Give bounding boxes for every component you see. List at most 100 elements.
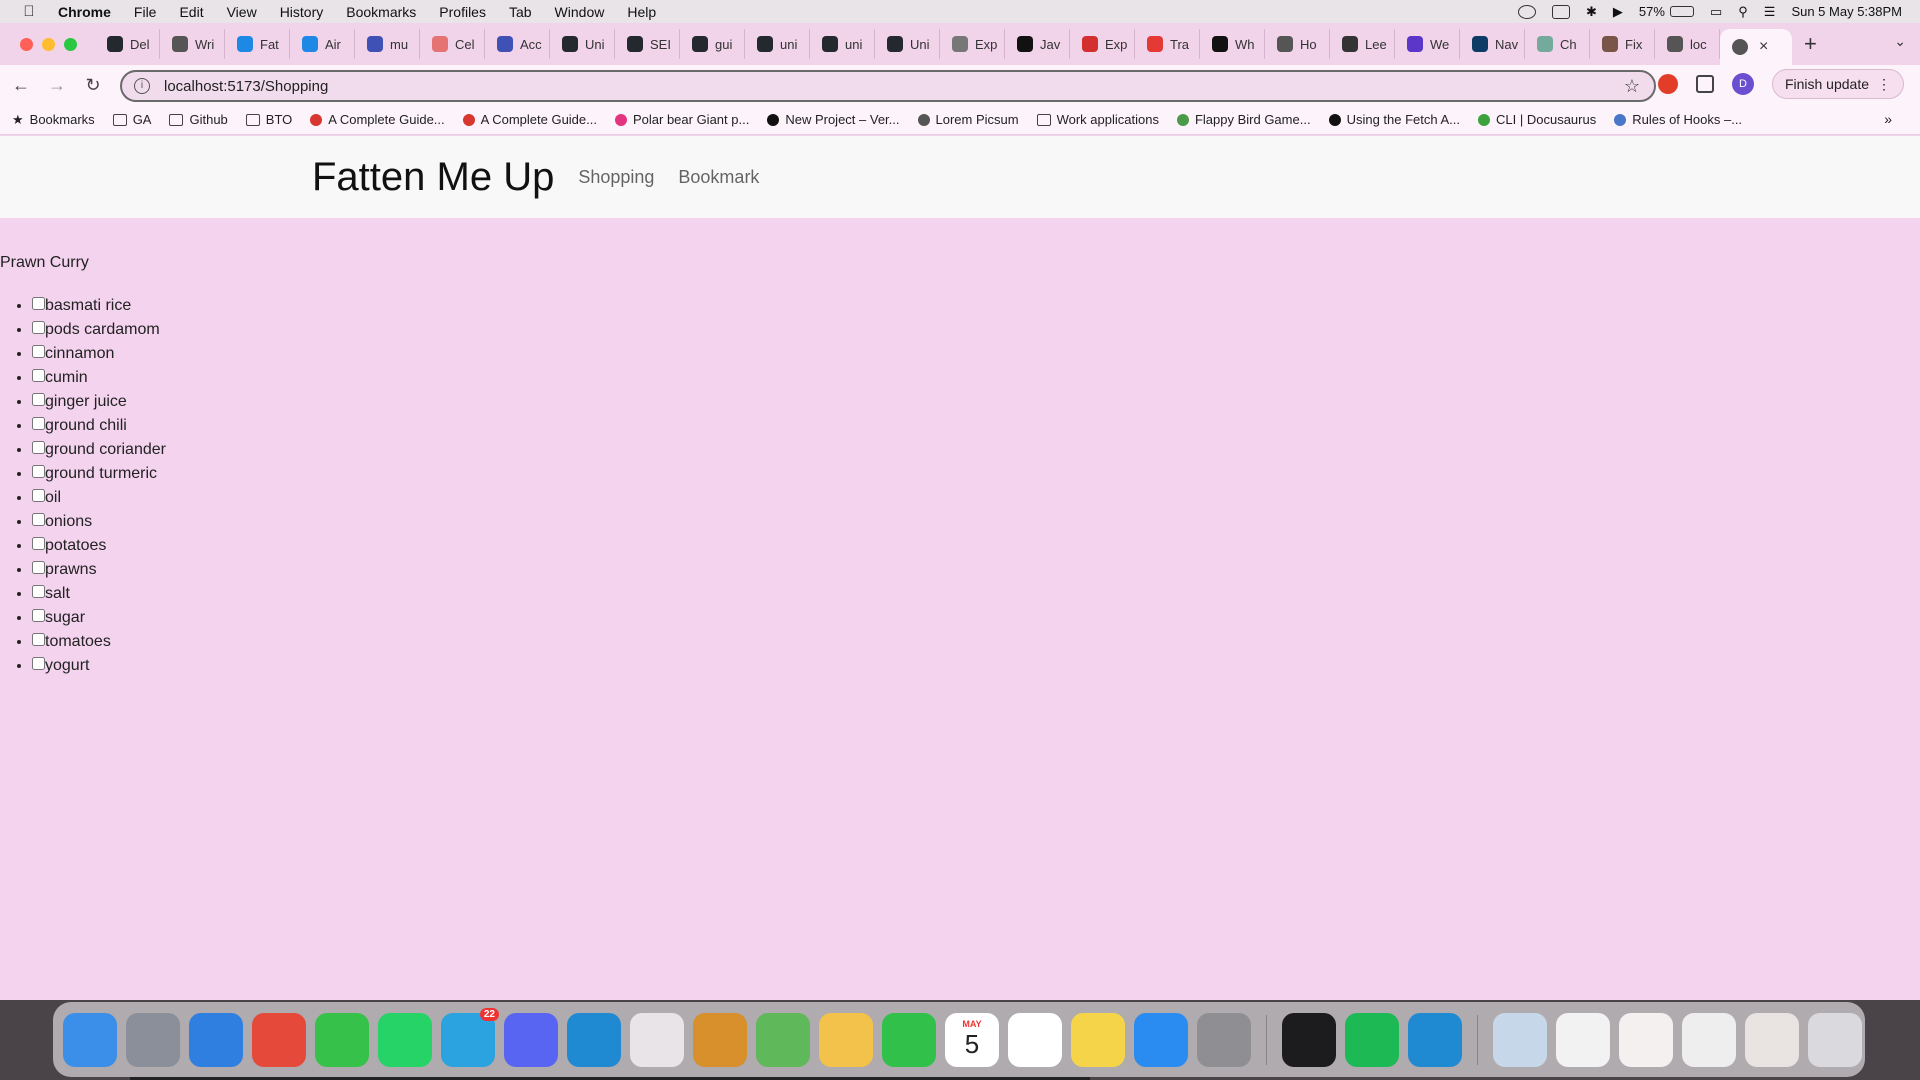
ingredient-checkbox[interactable]: [32, 297, 45, 311]
ingredient-checkbox[interactable]: [32, 369, 45, 383]
browser-tab[interactable]: gui: [680, 29, 745, 59]
browser-tab[interactable]: Uni: [550, 29, 615, 59]
browser-tab[interactable]: Nav: [1460, 29, 1525, 59]
window-thumb-4-icon[interactable]: [1745, 1012, 1799, 1067]
bookmark-item[interactable]: Work applications: [1036, 112, 1159, 127]
ingredient-checkbox[interactable]: [32, 537, 45, 551]
browser-tab[interactable]: Jav: [1005, 29, 1070, 59]
browser-tab[interactable]: Wri: [160, 29, 225, 59]
notes-icon[interactable]: [1071, 1012, 1125, 1067]
ingredient-checkbox[interactable]: [32, 609, 45, 623]
extension-icon[interactable]: [1657, 74, 1678, 94]
finish-update-button[interactable]: Finish update ⋮: [1771, 69, 1904, 99]
control-center-icon[interactable]: ☰: [1764, 4, 1776, 20]
menu-window[interactable]: Window: [555, 4, 605, 20]
browser-tab[interactable]: Wh: [1200, 29, 1265, 59]
window-thumb-3-icon[interactable]: [1682, 1012, 1736, 1067]
tab-search-icon[interactable]: ⌄: [1894, 33, 1906, 50]
menu-tab[interactable]: Tab: [509, 4, 532, 20]
browser-tab[interactable]: uni: [810, 29, 875, 59]
bluetooth-icon[interactable]: ✱: [1586, 4, 1597, 20]
reload-button[interactable]: ↻: [78, 75, 108, 96]
bookmark-star-icon[interactable]: ☆: [1624, 76, 1640, 97]
ingredient-checkbox[interactable]: [32, 633, 45, 647]
bookmark-item[interactable]: ★ Bookmarks: [12, 112, 95, 128]
safari-icon[interactable]: [189, 1012, 243, 1067]
browser-tab[interactable]: loc: [1655, 29, 1720, 59]
bookmark-item[interactable]: Lorem Picsum: [917, 112, 1019, 127]
apple-icon[interactable]: : [18, 3, 40, 20]
profile-avatar[interactable]: D: [1731, 73, 1754, 95]
bookmark-item[interactable]: A Complete Guide...: [310, 112, 445, 127]
ingredient-checkbox[interactable]: [32, 657, 45, 671]
bookmark-item[interactable]: BTO: [245, 112, 292, 127]
menu-bookmarks[interactable]: Bookmarks: [346, 4, 416, 20]
finder-window-icon[interactable]: [1493, 1012, 1547, 1067]
bookmark-item[interactable]: CLI | Docusaurus: [1478, 112, 1596, 127]
bookmarks-overflow-icon[interactable]: »: [1884, 111, 1892, 127]
spotlight-icon[interactable]: ⚲: [1738, 4, 1748, 20]
maps-icon[interactable]: [756, 1012, 810, 1067]
screen-mirror-icon[interactable]: ▭: [1710, 4, 1722, 20]
brand-logo[interactable]: Fatten Me Up: [312, 155, 554, 200]
site-info-icon[interactable]: i: [134, 78, 150, 94]
ingredient-checkbox[interactable]: [32, 393, 45, 407]
menu-history[interactable]: History: [280, 4, 324, 20]
ingredient-checkbox[interactable]: [32, 561, 45, 575]
window-thumb-1-icon[interactable]: [1556, 1012, 1610, 1067]
ingredient-checkbox[interactable]: [32, 585, 45, 599]
browser-tab[interactable]: mu: [355, 29, 420, 59]
calendar-icon[interactable]: MAY 5: [945, 1012, 999, 1067]
bookmark-item[interactable]: Polar bear Giant p...: [614, 112, 749, 127]
back-button[interactable]: ←: [6, 75, 36, 96]
browser-tab[interactable]: Ch: [1525, 29, 1590, 59]
active-browser-tab[interactable]: ×: [1720, 29, 1792, 65]
vscode-2-icon[interactable]: [1408, 1012, 1462, 1067]
chrome-icon[interactable]: [252, 1012, 306, 1067]
browser-tab[interactable]: Lee: [1330, 29, 1395, 59]
bookmark-item[interactable]: Using the Fetch A...: [1328, 112, 1460, 127]
now-playing-icon[interactable]: ▶: [1613, 4, 1623, 20]
telegram-icon[interactable]: 22: [441, 1007, 499, 1067]
window-thumb-2-icon[interactable]: [1619, 1012, 1673, 1067]
ingredient-checkbox[interactable]: [32, 345, 45, 359]
photos-icon[interactable]: [819, 1012, 873, 1067]
bookmark-item[interactable]: Github: [169, 112, 228, 127]
browser-tab[interactable]: Tra: [1135, 29, 1200, 59]
bookmark-item[interactable]: GA: [112, 112, 151, 127]
ingredient-checkbox[interactable]: [32, 489, 45, 503]
menu-help[interactable]: Help: [627, 4, 656, 20]
bookmark-item[interactable]: Rules of Hooks –...: [1614, 112, 1742, 127]
extensions-puzzle-icon[interactable]: [1695, 75, 1714, 93]
browser-tab[interactable]: uni: [745, 29, 810, 59]
messages-icon[interactable]: [315, 1012, 369, 1067]
new-tab-button[interactable]: +: [1804, 31, 1817, 57]
nav-bookmark-link[interactable]: Bookmark: [678, 167, 759, 188]
browser-tab[interactable]: Air: [290, 29, 355, 59]
browser-tab[interactable]: Del: [95, 29, 160, 59]
menu-extra-icon[interactable]: [1552, 4, 1571, 19]
menu-app-name[interactable]: Chrome: [58, 4, 111, 20]
browser-tab[interactable]: Exp: [1070, 29, 1135, 59]
nav-shopping-link[interactable]: Shopping: [578, 167, 654, 188]
creative-cloud-icon[interactable]: [1518, 4, 1537, 19]
ingredient-checkbox[interactable]: [32, 441, 45, 455]
bookmark-item[interactable]: Flappy Bird Game...: [1176, 112, 1311, 127]
address-bar[interactable]: i localhost:5173/Shopping ☆: [120, 70, 1656, 102]
browser-tab[interactable]: Fix: [1590, 29, 1655, 59]
forward-button[interactable]: →: [42, 75, 72, 96]
menu-file[interactable]: File: [134, 4, 157, 20]
zoom-window-button[interactable]: [64, 37, 77, 51]
battery-status[interactable]: 57%: [1639, 4, 1694, 19]
browser-tab[interactable]: Uni: [875, 29, 940, 59]
browser-tab[interactable]: Acc: [485, 29, 550, 59]
facetime-icon[interactable]: [882, 1012, 936, 1067]
system-settings-icon[interactable]: [1197, 1012, 1251, 1067]
ingredient-checkbox[interactable]: [32, 513, 45, 527]
dog-app-icon[interactable]: [693, 1012, 747, 1067]
browser-tab[interactable]: SEI: [615, 29, 680, 59]
menu-profiles[interactable]: Profiles: [439, 4, 486, 20]
clock[interactable]: Sun 5 May 5:38PM: [1791, 4, 1902, 19]
trash-icon[interactable]: [1808, 1012, 1862, 1067]
browser-tab[interactable]: Fat: [225, 29, 290, 59]
